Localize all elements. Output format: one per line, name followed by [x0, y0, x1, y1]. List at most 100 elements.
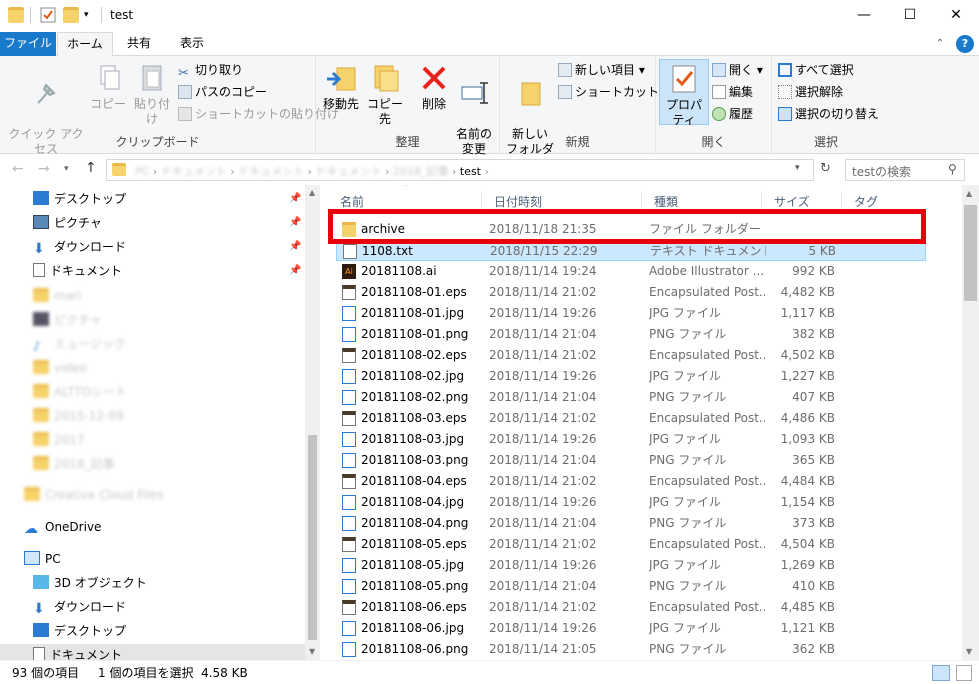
- file-row[interactable]: 20181108-02.jpg 2018/11/14 19:26 JPG ファイル 1…: [328, 366, 928, 387]
- maximize-button[interactable]: ☐: [887, 0, 933, 31]
- breadcrumb-item[interactable]: 2018_記事: [393, 165, 449, 178]
- column-header-date[interactable]: 日付時刻: [482, 191, 642, 213]
- properties-quick-icon[interactable]: [40, 7, 56, 23]
- nav-item-downloads[interactable]: ⬇ ダウンロード: [33, 596, 126, 618]
- breadcrumb-item[interactable]: ドキュメント: [161, 165, 227, 178]
- copy-button[interactable]: コピー: [90, 62, 126, 112]
- column-header-name[interactable]: 名前: [328, 191, 482, 213]
- column-header-type[interactable]: 種類: [642, 191, 762, 213]
- nav-item-blurred[interactable]: mari: [33, 285, 81, 307]
- nav-item-blurred[interactable]: 2018_記事: [33, 453, 115, 475]
- breadcrumb-item[interactable]: ドキュメント: [316, 165, 382, 178]
- nav-item-blurred[interactable]: ピクチャ: [33, 309, 102, 331]
- nav-item-blurred[interactable]: ALTTOシート: [33, 381, 127, 403]
- tab-file[interactable]: ファイル: [0, 32, 56, 56]
- edit-button[interactable]: 編集: [712, 84, 753, 100]
- scroll-up-icon[interactable]: ▲: [309, 188, 315, 197]
- column-header-size[interactable]: サイズ: [762, 191, 842, 213]
- copy-path-button[interactable]: パスのコピー: [178, 84, 267, 100]
- column-header-tag[interactable]: タグ: [842, 191, 922, 213]
- delete-button[interactable]: 削除: [414, 62, 454, 112]
- minimize-button[interactable]: —: [841, 0, 887, 31]
- new-folder-quick-icon[interactable]: [63, 7, 79, 23]
- file-row[interactable]: 20181108-04.eps 2018/11/14 21:02 Encapsula…: [328, 471, 928, 492]
- file-row[interactable]: archive 2018/11/18 21:35 ファイル フォルダー: [328, 219, 928, 240]
- customize-quick-access-icon[interactable]: ▾: [84, 7, 100, 23]
- breadcrumb-current[interactable]: test: [460, 165, 481, 178]
- file-row[interactable]: 20181108-06.png 2018/11/14 21:05 PNG ファイル 3…: [328, 639, 928, 660]
- file-list-scroll-thumb[interactable]: [964, 205, 977, 301]
- file-row[interactable]: 20181108-03.eps 2018/11/14 21:02 Encapsula…: [328, 408, 928, 429]
- nav-item-pictures[interactable]: ピクチャ: [33, 212, 102, 234]
- new-item-button[interactable]: 新しい項目 ▾: [558, 62, 645, 78]
- pin-icon[interactable]: 📌: [289, 265, 301, 276]
- cut-button[interactable]: ✂ 切り取り: [178, 62, 243, 81]
- address-bar[interactable]: PC › ドキュメント › ドキュメント › ドキュメント › 2018_記事 …: [106, 159, 814, 181]
- select-all-button[interactable]: すべて選択: [778, 62, 854, 78]
- easy-access-button[interactable]: ショートカット ▾: [558, 84, 669, 100]
- pin-icon[interactable]: 📌: [289, 217, 301, 228]
- forward-arrow-icon[interactable]: →: [38, 161, 50, 177]
- scroll-down-icon[interactable]: ▼: [966, 647, 972, 656]
- scroll-down-icon[interactable]: ▼: [309, 647, 315, 656]
- history-button[interactable]: 履歴: [712, 106, 753, 122]
- file-row[interactable]: 20181108-02.eps 2018/11/14 21:02 Encapsula…: [328, 345, 928, 366]
- details-view-icon[interactable]: [932, 665, 950, 681]
- file-row[interactable]: 20181108-05.png 2018/11/14 21:04 PNG ファイル 4…: [328, 576, 928, 597]
- tab-share[interactable]: 共有: [114, 32, 164, 56]
- pin-icon[interactable]: 📌: [289, 241, 301, 252]
- move-to-button[interactable]: 移動先: [320, 62, 362, 112]
- collapse-ribbon-icon[interactable]: ⌃: [930, 32, 950, 56]
- address-dropdown-icon[interactable]: ▾: [795, 163, 800, 173]
- select-none-button[interactable]: 選択解除: [778, 84, 843, 100]
- scroll-up-icon[interactable]: ▲: [966, 189, 972, 198]
- nav-item-blurred[interactable]: ♪ ミュージック: [33, 333, 126, 355]
- help-icon[interactable]: ?: [956, 35, 974, 53]
- file-row[interactable]: 1108.txt 2018/11/15 22:29 テキスト ドキュメント 5 KB: [336, 240, 926, 261]
- nav-item-downloads[interactable]: ⬇ ダウンロード: [33, 236, 126, 258]
- file-row[interactable]: 20181108-01.png 2018/11/14 21:04 PNG ファイル 3…: [328, 324, 928, 345]
- nav-item-blurred[interactable]: 2017: [33, 429, 85, 451]
- file-row[interactable]: 20181108-04.png 2018/11/14 21:04 PNG ファイル 3…: [328, 513, 928, 534]
- file-row[interactable]: 20181108-05.eps 2018/11/14 21:02 Encapsula…: [328, 534, 928, 555]
- file-row[interactable]: 20181108-03.jpg 2018/11/14 19:26 JPG ファイル 1…: [328, 429, 928, 450]
- breadcrumb-item[interactable]: PC: [135, 165, 149, 178]
- recent-locations-icon[interactable]: ▾: [64, 164, 69, 174]
- paste-button[interactable]: 貼り付け: [130, 62, 174, 127]
- properties-button[interactable]: プロパティ: [659, 59, 709, 127]
- nav-item-desktop[interactable]: デスクトップ: [33, 620, 126, 642]
- open-button[interactable]: 開く ▾: [712, 62, 763, 78]
- copy-to-button[interactable]: コピー先: [362, 62, 408, 127]
- nav-item-blurred[interactable]: 2015-12-09: [33, 405, 124, 427]
- file-row[interactable]: 20181108-03.png 2018/11/14 21:04 PNG ファイル 3…: [328, 450, 928, 471]
- nav-scroll-thumb[interactable]: [308, 435, 317, 640]
- file-row[interactable]: 20181108-02.png 2018/11/14 21:04 PNG ファイル 4…: [328, 387, 928, 408]
- nav-item-blurred[interactable]: video: [33, 357, 87, 379]
- nav-item-blurred[interactable]: Creative Cloud Files: [24, 484, 164, 506]
- nav-item-desktop[interactable]: デスクトップ: [33, 188, 126, 210]
- pin-icon[interactable]: 📌: [289, 193, 301, 204]
- file-row[interactable]: Ai 20181108.ai 2018/11/14 19:24 Adobe Illus…: [328, 261, 928, 282]
- file-row[interactable]: 20181108-05.jpg 2018/11/14 19:26 JPG ファイル 1…: [328, 555, 928, 576]
- nav-scrollbar[interactable]: ▲ ▼: [305, 185, 320, 660]
- nav-item-3d-objects[interactable]: 3D オブジェクト: [33, 572, 147, 594]
- up-arrow-icon[interactable]: ↑: [85, 160, 97, 176]
- tab-view[interactable]: 表示: [166, 32, 218, 56]
- close-button[interactable]: ✕: [933, 0, 979, 31]
- file-row[interactable]: 20181108-01.eps 2018/11/14 21:02 Encapsula…: [328, 282, 928, 303]
- back-arrow-icon[interactable]: ←: [12, 161, 24, 177]
- nav-item-onedrive[interactable]: ☁ OneDrive: [24, 516, 101, 538]
- file-row[interactable]: 20181108-04.jpg 2018/11/14 19:26 JPG ファイル 1…: [328, 492, 928, 513]
- nav-item-documents[interactable]: ドキュメント: [33, 260, 122, 282]
- nav-item-documents[interactable]: ドキュメント: [0, 644, 305, 660]
- file-list-scrollbar[interactable]: ▲ ▼: [962, 185, 979, 660]
- file-row[interactable]: 20181108-01.jpg 2018/11/14 19:26 JPG ファイル 1…: [328, 303, 928, 324]
- file-row[interactable]: 20181108-06.jpg 2018/11/14 19:26 JPG ファイル 1…: [328, 618, 928, 639]
- tab-home[interactable]: ホーム: [57, 32, 113, 57]
- search-input[interactable]: testの検索 ⚲: [845, 159, 965, 181]
- paste-shortcut-button[interactable]: ショートカットの貼り付け: [178, 106, 339, 122]
- refresh-icon[interactable]: ↻: [820, 161, 831, 176]
- nav-item-pc[interactable]: PC: [24, 548, 61, 570]
- large-icons-view-icon[interactable]: [956, 665, 972, 681]
- breadcrumb-item[interactable]: ドキュメント: [238, 165, 304, 178]
